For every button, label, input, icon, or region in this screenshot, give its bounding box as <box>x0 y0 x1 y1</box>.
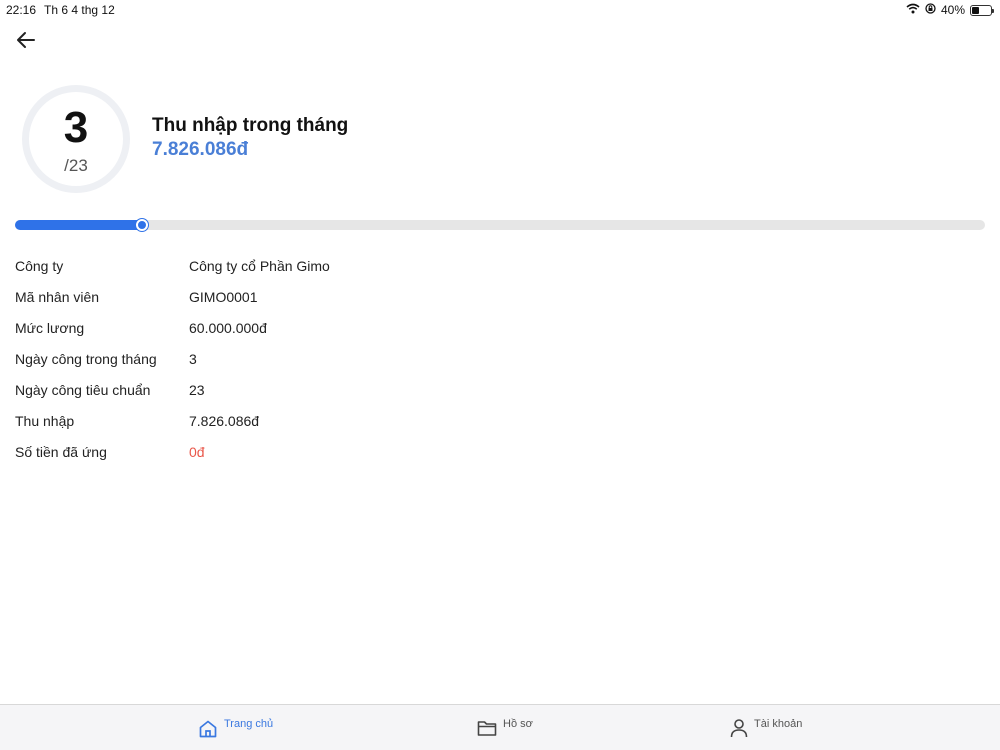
info-row-income: Thu nhập 7.826.086đ <box>15 405 715 436</box>
progress-fill <box>15 220 142 230</box>
info-value: 7.826.086đ <box>189 412 260 429</box>
info-label: Ngày công trong tháng <box>15 350 157 367</box>
progress-thumb <box>135 219 148 231</box>
info-label: Số tiền đã ứng <box>15 443 107 460</box>
info-row-days-in-month: Ngày công trong tháng 3 <box>15 343 715 374</box>
nav-profile-label: Hồ sơ <box>503 718 533 730</box>
info-label: Mã nhân viên <box>15 288 100 305</box>
income-amount: 7.826.086đ <box>152 139 249 160</box>
status-time: 22:16 <box>6 3 37 17</box>
info-row-salary: Mức lương 60.000.000đ <box>15 312 715 343</box>
status-date: Th 6 4 thg 12 <box>44 3 115 17</box>
days-worked: 3 <box>63 103 89 152</box>
home-icon <box>199 720 217 738</box>
battery-fill <box>972 6 980 14</box>
info-value: Công ty cổ Phần Gimo <box>189 257 330 274</box>
days-standard: /23 <box>64 156 88 175</box>
info-value-advanced: 0đ <box>189 443 205 460</box>
nav-home[interactable]: Trang chủ <box>198 717 273 739</box>
battery-percent: 40% <box>940 3 965 17</box>
info-label: Mức lương <box>15 319 85 336</box>
info-row-standard-days: Ngày công tiêu chuẩn 23 <box>15 374 715 405</box>
nav-account-label: Tài khoản <box>754 718 803 730</box>
status-right: 40% <box>906 3 994 17</box>
status-left: 22:16 Th 6 4 thg 12 <box>6 3 115 17</box>
employee-info-table: Công ty Công ty cổ Phần Gimo Mã nhân viê… <box>15 250 715 467</box>
income-block: Thu nhập trong tháng 7.826.086đ <box>152 115 348 161</box>
bottom-nav: Trang chủ Hồ sơ Tài khoản <box>0 704 1000 750</box>
info-label: Công ty <box>15 257 64 274</box>
income-title: Thu nhập trong tháng <box>152 115 349 136</box>
battery-icon <box>970 4 994 16</box>
work-days-circle: 3 /23 <box>22 85 130 193</box>
info-row-company: Công ty Công ty cổ Phần Gimo <box>15 250 715 281</box>
info-value: 3 <box>189 350 197 367</box>
info-value: 60.000.000đ <box>189 319 267 336</box>
user-icon <box>730 719 748 738</box>
work-days-progress <box>15 219 985 231</box>
info-value: 23 <box>189 381 205 398</box>
folder-icon <box>477 721 497 736</box>
wifi-icon <box>906 3 920 17</box>
rotation-lock-icon <box>925 3 936 17</box>
screen: 22:16 Th 6 4 thg 12 40% 3 /23 Thu nhập t… <box>0 0 1000 750</box>
nav-home-label: Trang chủ <box>224 718 274 730</box>
info-value: GIMO0001 <box>189 288 258 305</box>
info-row-advanced-amount: Số tiền đã ứng 0đ <box>15 436 715 467</box>
info-label: Thu nhập <box>15 412 75 429</box>
info-row-employee-id: Mã nhân viên GIMO0001 <box>15 281 715 312</box>
nav-account[interactable]: Tài khoản <box>730 717 802 738</box>
arrow-left-icon <box>17 32 35 48</box>
back-button[interactable] <box>12 28 40 52</box>
info-label: Ngày công tiêu chuẩn <box>15 381 151 398</box>
status-bar: 22:16 Th 6 4 thg 12 40% <box>0 0 1000 18</box>
nav-profile[interactable]: Hồ sơ <box>477 717 533 737</box>
